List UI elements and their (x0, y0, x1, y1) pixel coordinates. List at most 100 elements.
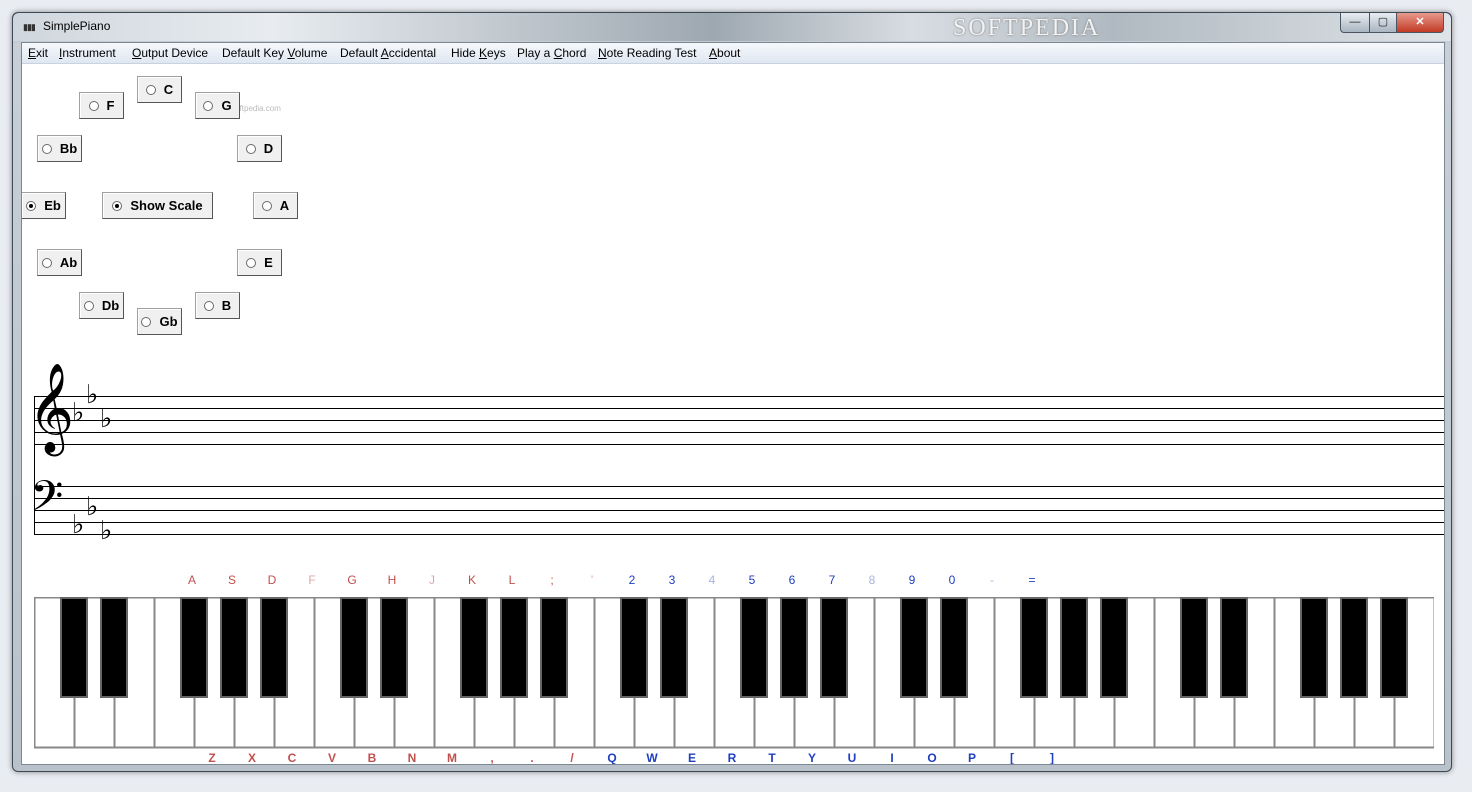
key-shortcut-label: G (347, 573, 357, 587)
key-shortcut-label: H (387, 573, 397, 587)
key-radio-gb[interactable]: Gb (137, 308, 182, 335)
black-key[interactable] (1100, 597, 1128, 698)
key-radio-label: Gb (159, 314, 178, 329)
black-key[interactable] (340, 597, 368, 698)
menu-about[interactable]: About (709, 46, 740, 60)
menu-exit[interactable]: Exit (28, 46, 48, 60)
key-radio-g[interactable]: G (195, 92, 240, 119)
app-icon[interactable]: ▮▮▮ (23, 22, 36, 33)
black-key[interactable] (260, 597, 288, 698)
black-key[interactable] (380, 597, 408, 698)
menu-hide-keys[interactable]: Hide Keys (451, 46, 506, 60)
client-area: Exit Instrument Output Device Default Key V… (21, 42, 1445, 765)
black-key[interactable] (940, 597, 968, 698)
black-key[interactable] (1060, 597, 1088, 698)
key-radio-e[interactable]: E (237, 249, 282, 276)
key-shortcut-label: 8 (868, 573, 876, 587)
black-key[interactable] (1220, 597, 1248, 698)
key-radio-b[interactable]: B (195, 292, 240, 319)
key-radio-label: Eb (44, 198, 61, 213)
black-key[interactable] (220, 597, 248, 698)
key-shortcut-label: B (367, 751, 377, 765)
menu-default-accidental[interactable]: Default Accidental (340, 46, 436, 60)
key-radio-label: D (263, 141, 274, 156)
black-key[interactable] (180, 597, 208, 698)
radio-indicator (145, 84, 156, 95)
key-shortcut-label: 9 (908, 573, 916, 587)
key-shortcut-label: J (429, 573, 435, 587)
key-shortcut-label: S (227, 573, 236, 587)
minimize-button[interactable]: — (1340, 13, 1370, 33)
key-shortcut-label: 6 (788, 573, 796, 587)
maximize-button[interactable]: ▢ (1369, 13, 1397, 33)
key-shortcut-label: ' (590, 573, 594, 587)
black-key[interactable] (780, 597, 808, 698)
menu-note-reading-test[interactable]: Note Reading Test (598, 46, 697, 60)
black-key[interactable] (1180, 597, 1208, 698)
radio-indicator (246, 257, 257, 268)
menu-play-a-chord[interactable]: Play a Chord (517, 46, 586, 60)
key-shortcut-label: 0 (948, 573, 956, 587)
piano-keyboard[interactable] (34, 597, 1434, 749)
key-shortcut-label: 5 (748, 573, 756, 587)
menu-bar: Exit Instrument Output Device Default Key V… (22, 43, 1444, 64)
black-key[interactable] (660, 597, 688, 698)
menu-output-device[interactable]: Output Device (132, 46, 208, 60)
black-key[interactable] (820, 597, 848, 698)
menu-instrument[interactable]: Instrument (59, 46, 116, 60)
black-key[interactable] (1300, 597, 1328, 698)
window-title: SimplePiano (43, 19, 111, 33)
key-radio-bb[interactable]: Bb (37, 135, 82, 162)
radio-indicator (26, 200, 37, 211)
key-shortcut-label: K (467, 573, 476, 587)
key-radio-label: F (106, 98, 115, 113)
radio-indicator (261, 200, 272, 211)
radio-indicator (41, 257, 52, 268)
close-button[interactable]: ✕ (1396, 13, 1444, 33)
title-bar[interactable]: ▮▮▮ SimplePiano SOFTPEDIA — ▢ ✕ (13, 13, 1451, 41)
black-key[interactable] (1020, 597, 1048, 698)
key-radio-c[interactable]: C (137, 76, 182, 103)
key-shortcut-label: E (687, 751, 696, 765)
key-shortcut-label: P (967, 751, 976, 765)
radio-indicator (88, 100, 99, 111)
key-shortcut-label: 7 (828, 573, 836, 587)
black-key[interactable] (500, 597, 528, 698)
black-key[interactable] (460, 597, 488, 698)
key-shortcut-label: X (247, 751, 256, 765)
flat-icon: ♭ (72, 510, 85, 540)
key-radio-label: Bb (59, 141, 78, 156)
key-radio-d[interactable]: D (237, 135, 282, 162)
key-shortcut-label: I (890, 751, 894, 765)
key-shortcut-label: U (847, 751, 857, 765)
key-radio-eb[interactable]: Eb (22, 192, 66, 219)
black-key[interactable] (1380, 597, 1408, 698)
key-shortcut-label: , (490, 751, 494, 765)
key-shortcut-label: Y (807, 751, 816, 765)
key-shortcut-label: W (646, 751, 658, 765)
black-key[interactable] (900, 597, 928, 698)
key-shortcut-label: Q (607, 751, 617, 765)
key-shortcut-label: C (287, 751, 297, 765)
black-key[interactable] (100, 597, 128, 698)
black-key[interactable] (1340, 597, 1368, 698)
key-shortcut-label: 4 (708, 573, 716, 587)
radio-indicator (141, 316, 152, 327)
key-shortcut-label: V (327, 751, 336, 765)
black-key[interactable] (620, 597, 648, 698)
key-radio-ab[interactable]: Ab (37, 249, 82, 276)
key-radio-label: B (221, 298, 232, 313)
radio-indicator (83, 300, 94, 311)
flat-icon: ♭ (100, 516, 113, 546)
key-radio-db[interactable]: Db (79, 292, 124, 319)
show-scale-radio[interactable]: Show Scale (102, 192, 213, 219)
flat-icon: ♭ (72, 398, 85, 428)
black-key[interactable] (740, 597, 768, 698)
key-shortcut-label: = (1028, 573, 1036, 587)
black-key[interactable] (60, 597, 88, 698)
key-radio-f[interactable]: F (79, 92, 124, 119)
key-radio-label: A (279, 198, 290, 213)
key-radio-a[interactable]: A (253, 192, 298, 219)
menu-default-key-volume[interactable]: Default Key Volume (222, 46, 327, 60)
black-key[interactable] (540, 597, 568, 698)
